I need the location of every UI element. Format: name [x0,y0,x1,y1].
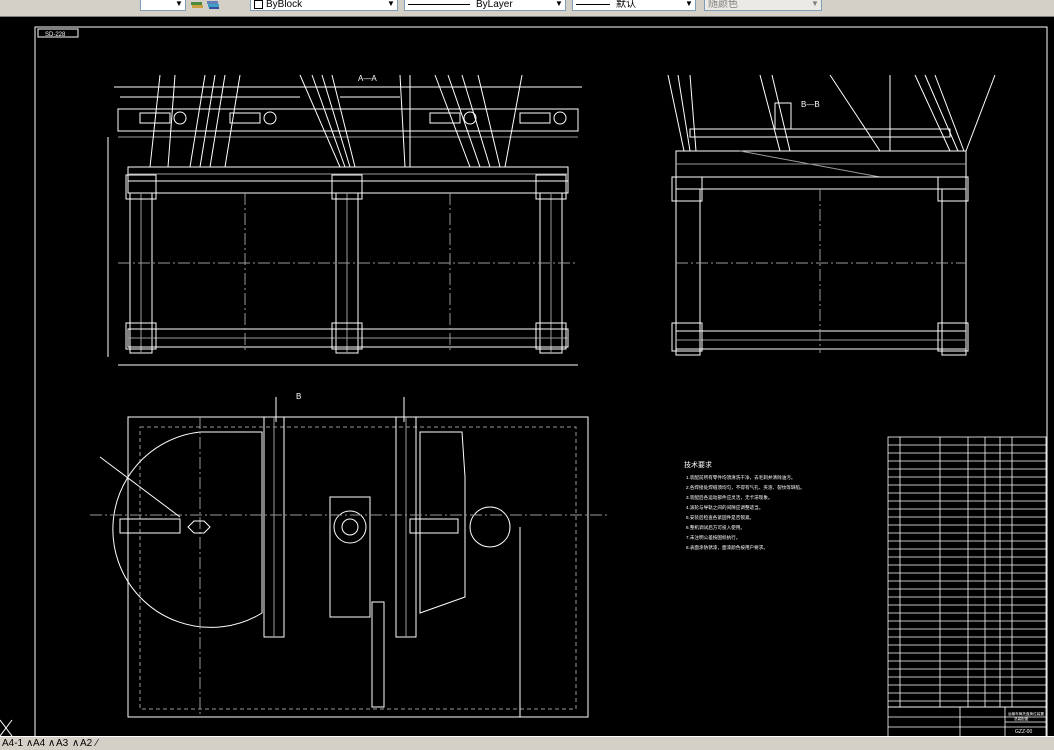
notes-title: 技术要求 [684,460,712,469]
section-marker-b: B [296,392,301,401]
note-line: 6.整机调试后方可投入使用。 [686,524,745,531]
title-block-drawing-no: GZZ-00 [1015,729,1032,735]
parts-list-table [887,436,1047,708]
cad-drawing: SD-228 A—A B—B B 技术要求 1.装配前所有零件均须清洗干净，去毛… [0,26,1048,736]
side-view-bb [667,74,996,356]
lineweight-sample [576,3,610,5]
layer-stack-icon[interactable] [190,0,204,10]
layout-tabbar: A4-1 ∧ A4 ∧ A3 ∧ A2 ∕ [0,736,1054,750]
note-line: 8.表面涂防锈漆，面漆颜色按用户要求。 [686,544,768,551]
note-line: 2.各焊接处焊缝须均匀，不得有气孔、夹渣、裂纹等缺陷。 [686,484,805,491]
note-line: 5.安装后检查各紧固件是否锁紧。 [686,514,754,521]
plan-view [90,397,610,718]
note-line: 1.装配前所有零件均须清洗干净，去毛刺并清除油污。 [686,474,796,481]
lineweight-combo[interactable]: 默认 ▼ [572,0,696,11]
layer-states-icon[interactable] [206,0,220,10]
plotstyle-value: 随颜色 [708,0,738,10]
chevron-down-icon[interactable]: ▼ [684,0,694,10]
layer-combo[interactable]: ▼ [140,0,186,11]
front-view-aa [107,74,582,366]
linetype-sample [408,3,470,5]
plotstyle-combo[interactable]: 随颜色 ▼ [704,0,822,11]
chevron-down-icon[interactable]: ▼ [810,0,820,10]
tech-notes: 技术要求 1.装配前所有零件均须清洗干净，去毛刺并清除油污。 2.各焊接处焊缝须… [684,460,805,551]
title-block-name-line1: 运输车辆托盘换位装置 [1008,711,1044,716]
tab-a3[interactable]: A3 [54,738,70,749]
color-value: ByBlock [266,0,303,10]
note-line: 3.装配后各运动部件应灵活，无卡滞现象。 [686,494,773,501]
section-bb-label: B—B [801,100,820,109]
linetype-combo[interactable]: ByLayer ▼ [404,0,566,11]
color-swatch [254,0,263,9]
drawing-frame [34,26,1048,736]
linetype-value: ByLayer [476,0,513,10]
chevron-down-icon[interactable]: ▼ [174,0,184,10]
tab-a4-1[interactable]: A4-1 [0,738,25,749]
note-line: 7.未注明公差按国标执行。 [686,534,740,541]
color-combo[interactable]: ByBlock ▼ [250,0,398,11]
tab-a2[interactable]: A2 [78,738,94,749]
title-block-name-line2: 总装配图 [1014,716,1029,721]
tab-a4[interactable]: A4 [31,738,47,749]
section-aa-label: A—A [358,74,377,83]
frame-tag: SD-228 [45,32,66,38]
lineweight-value: 默认 [616,0,636,10]
note-line: 4.滚轮与导轨之间的间隙应调整适当。 [686,504,763,511]
properties-toolbar: ▼ ByBlock ▼ ByLayer ▼ 默认 ▼ 随颜色 ▼ [0,0,1054,17]
drawing-canvas[interactable]: SD-228 A—A B—B B 技术要求 1.装配前所有零件均须清洗干净，去毛… [0,17,1054,736]
chevron-down-icon[interactable]: ▼ [386,0,396,10]
chevron-down-icon[interactable]: ▼ [554,0,564,10]
crosshair-cursor-icon [0,719,13,736]
tab-divider: ∕ [96,738,98,749]
